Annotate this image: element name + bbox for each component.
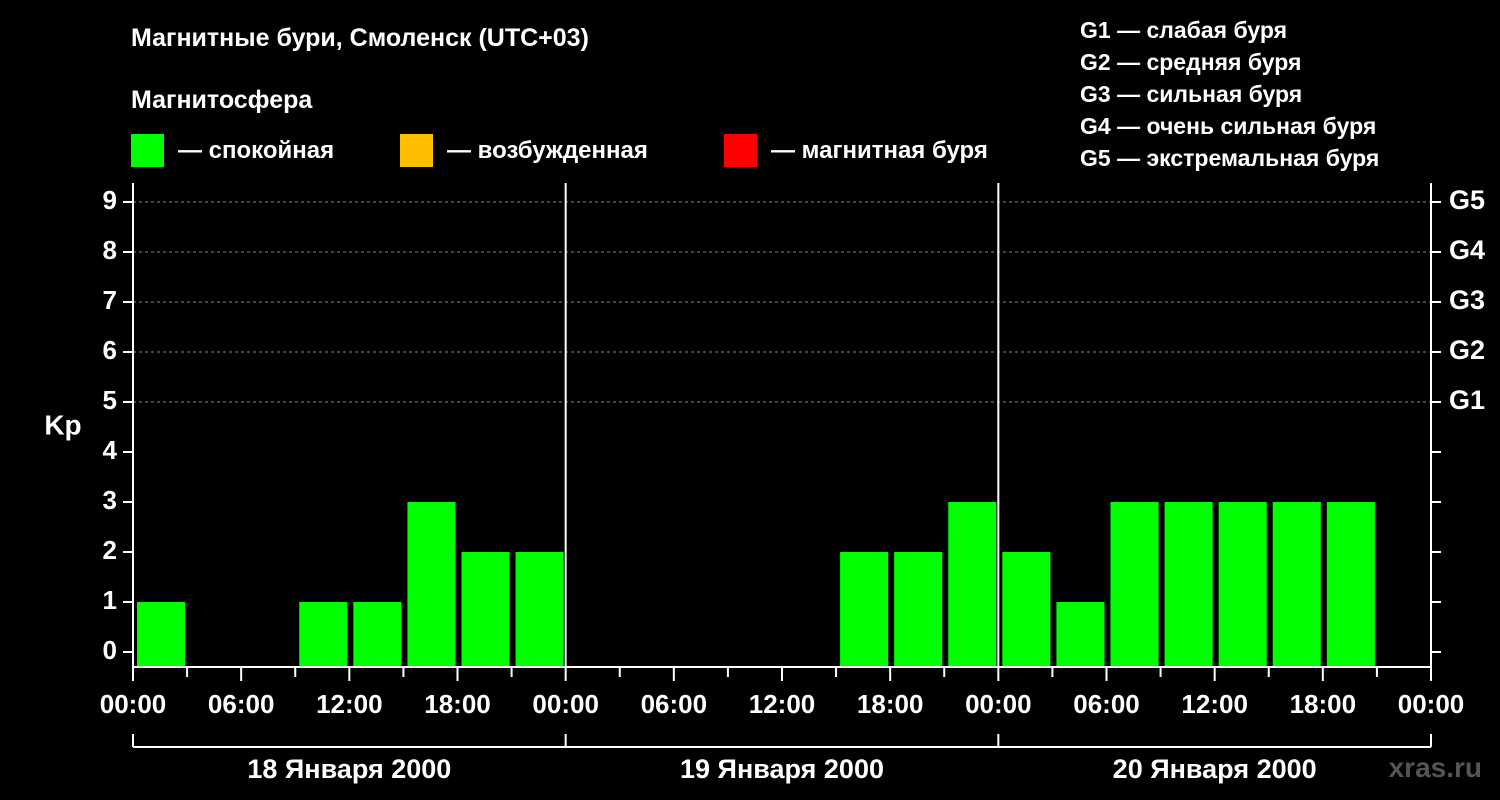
kp-bar-14 bbox=[894, 552, 943, 667]
y-tick-label-0: 0 bbox=[103, 635, 117, 665]
y-tick-label-3: 3 bbox=[103, 485, 117, 515]
g-level-label-g5: G5 bbox=[1449, 185, 1485, 215]
y-tick-label-4: 4 bbox=[103, 435, 118, 465]
kp-bar-20 bbox=[1218, 502, 1267, 667]
kp-bar-15 bbox=[948, 502, 997, 667]
x-tick-label-10: 12:00 bbox=[1181, 689, 1248, 719]
kp-bar-17 bbox=[1056, 602, 1105, 667]
y-tick-label-2: 2 bbox=[103, 535, 117, 565]
kp-bar-4 bbox=[353, 602, 402, 667]
g-level-label-g4: G4 bbox=[1449, 235, 1485, 265]
day-label-1: 19 Января 2000 bbox=[680, 754, 884, 784]
kp-bar-0 bbox=[137, 602, 186, 667]
x-tick-label-1: 06:00 bbox=[208, 689, 275, 719]
kp-bar-21 bbox=[1272, 502, 1321, 667]
y-tick-label-1: 1 bbox=[103, 585, 117, 615]
kp-bar-22 bbox=[1326, 502, 1375, 667]
y-tick-label-6: 6 bbox=[103, 335, 117, 365]
y-tick-label-5: 5 bbox=[103, 385, 117, 415]
kp-bar-19 bbox=[1164, 502, 1213, 667]
x-tick-label-11: 18:00 bbox=[1290, 689, 1357, 719]
y-tick-label-9: 9 bbox=[103, 185, 117, 215]
y-tick-label-7: 7 bbox=[103, 285, 117, 315]
x-tick-label-8: 00:00 bbox=[965, 689, 1032, 719]
x-tick-label-5: 06:00 bbox=[641, 689, 708, 719]
kp-bar-6 bbox=[461, 552, 510, 667]
x-tick-label-7: 18:00 bbox=[857, 689, 924, 719]
kp-bar-7 bbox=[515, 552, 564, 667]
g-level-label-g1: G1 bbox=[1449, 385, 1485, 415]
x-tick-label-12: 00:00 bbox=[1398, 689, 1465, 719]
kp-bar-5 bbox=[407, 502, 456, 667]
kp-bar-3 bbox=[299, 602, 348, 667]
day-label-2: 20 Января 2000 bbox=[1113, 754, 1317, 784]
day-label-0: 18 Января 2000 bbox=[247, 754, 451, 784]
kp-bar-13 bbox=[840, 552, 889, 667]
x-tick-label-6: 12:00 bbox=[749, 689, 816, 719]
kp-bar-16 bbox=[1002, 552, 1051, 667]
g-level-label-g2: G2 bbox=[1449, 335, 1485, 365]
x-tick-label-9: 06:00 bbox=[1073, 689, 1140, 719]
y-axis-label: Kp bbox=[44, 409, 81, 440]
kp-bar-chart: 0 1 2 3 4 5 6 7 8 9 G1 G2 G3 G4 G5 Kp 00:00 06:00 12:00 18:… bbox=[44, 183, 1485, 784]
x-tick-label-2: 12:00 bbox=[316, 689, 383, 719]
kp-bar-18 bbox=[1110, 502, 1159, 667]
y-tick-label-8: 8 bbox=[103, 235, 117, 265]
x-tick-label-0: 00:00 bbox=[100, 689, 167, 719]
watermark: xras.ru bbox=[1388, 752, 1482, 783]
g-level-label-g3: G3 bbox=[1449, 285, 1485, 315]
x-tick-label-4: 00:00 bbox=[532, 689, 599, 719]
x-tick-label-3: 18:00 bbox=[424, 689, 491, 719]
